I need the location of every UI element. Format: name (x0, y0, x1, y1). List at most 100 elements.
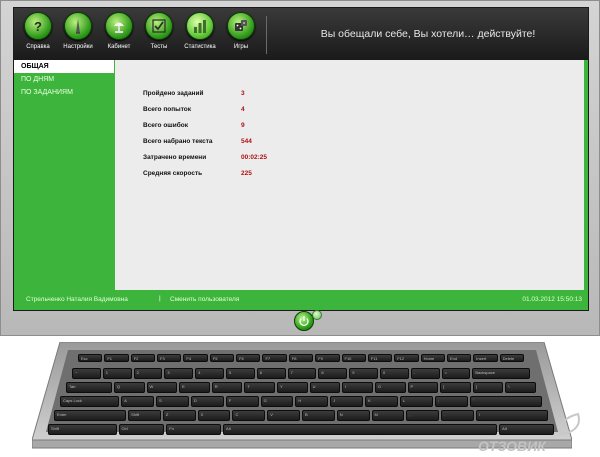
keyboard-key[interactable]: 9 (349, 368, 378, 379)
cabinet-lamp-icon (105, 12, 133, 40)
stat-value: 544 (241, 138, 252, 145)
keyboard-key[interactable]: J (330, 396, 364, 407)
keyboard-key[interactable]: Alt (499, 424, 554, 435)
keyboard-key[interactable]: Enter (54, 410, 127, 421)
keyboard-key[interactable]: = (441, 368, 471, 379)
keyboard-key[interactable]: / (475, 410, 548, 421)
keyboard-key[interactable]: 2 (133, 368, 163, 379)
keyboard-key[interactable]: ] (472, 382, 504, 393)
keyboard-key[interactable]: A (121, 396, 154, 407)
keyboard-key[interactable]: U (309, 382, 341, 393)
keyboard-key[interactable]: E (179, 382, 210, 393)
keyboard-key[interactable]: Backspace (472, 368, 530, 379)
keyboard-key[interactable]: F8 (288, 354, 314, 362)
keyboard-key[interactable]: Z (162, 410, 196, 421)
statistics-panel: Пройдено заданий 3 Всего попыток 4 Всего… (115, 60, 584, 290)
keyboard-key[interactable]: X (197, 410, 231, 421)
keyboard-key[interactable]: ; (434, 396, 468, 407)
keyboard-key[interactable]: [ (440, 382, 471, 393)
keyboard-key[interactable]: Shift (128, 410, 161, 421)
top-toolbar: ? Справка Настройки Кабинет Тесты Статис… (14, 8, 588, 60)
keyboard-key[interactable]: L (400, 396, 433, 407)
keyboard-key[interactable]: ~ (72, 368, 101, 379)
keyboard-key[interactable]: 0 (380, 368, 409, 379)
keyboard-key[interactable]: F5 (209, 354, 235, 362)
watermark-otzovik: ОТЗОВИК (478, 438, 546, 454)
current-user-name: Стрельченко Наталия Вадимовна (26, 296, 128, 303)
keyboard-key[interactable]: O (374, 382, 406, 393)
keyboard-key[interactable]: \ (505, 382, 536, 393)
toolbar-label: Игры (233, 44, 249, 50)
keyboard-key[interactable]: Home (420, 354, 445, 362)
keyboard-key[interactable]: D (190, 396, 224, 407)
keyboard-key[interactable]: Fn (166, 424, 222, 435)
power-icon (299, 316, 309, 326)
keyboard-key[interactable]: I (342, 382, 373, 393)
stat-value: 00:02:25 (241, 154, 268, 161)
keyboard-key[interactable]: 5 (226, 368, 255, 379)
keyboard-key[interactable]: , (406, 410, 440, 421)
change-user-link[interactable]: Сменить пользователя (170, 296, 239, 303)
keyboard-key[interactable]: P (407, 382, 439, 393)
keyboard-key[interactable]: W (146, 382, 178, 393)
keyboard-key[interactable]: R (211, 382, 243, 393)
keyboard-key[interactable]: F12 (394, 354, 419, 362)
settings-icon (64, 12, 92, 40)
stat-label: Средняя скорость (143, 170, 203, 177)
keyboard-key[interactable]: F7 (262, 354, 287, 362)
keyboard-key[interactable]: F1 (104, 354, 129, 362)
keyboard-key[interactable]: M (371, 410, 405, 421)
status-datetime: 01.03.2012 15:50:13 (522, 296, 582, 303)
sidebar-item-by-days[interactable]: ПО ДНЯМ (14, 73, 114, 86)
statistics-chart-icon (186, 12, 214, 40)
power-button[interactable] (294, 311, 314, 331)
keyboard-key[interactable]: S (156, 396, 189, 407)
stat-value: 9 (241, 122, 245, 129)
keyboard-key[interactable]: Insert (473, 354, 498, 362)
stat-value: 3 (241, 90, 245, 97)
stat-label: Всего попыток (143, 106, 192, 113)
keyboard-key[interactable]: F6 (236, 354, 261, 362)
sidebar-item-by-tasks[interactable]: ПО ЗАДАНИЯМ (14, 86, 114, 99)
keyboard-key[interactable]: H (295, 396, 329, 407)
keyboard-key[interactable]: F11 (367, 354, 393, 362)
keyboard-key[interactable]: Shift (48, 424, 117, 435)
sidebar-item-general[interactable]: ОБЩАЯ (14, 60, 114, 73)
stat-label: Всего ошибок (143, 122, 188, 129)
keyboard-key[interactable]: Y (277, 382, 308, 393)
keyboard-key[interactable]: ' (469, 396, 542, 407)
keyboard-key[interactable]: T (244, 382, 276, 393)
keyboard-key[interactable]: . (441, 410, 474, 421)
keyboard-key[interactable]: F9 (315, 354, 340, 362)
keyboard-key[interactable]: Caps Lock (60, 396, 120, 407)
keyboard-key[interactable]: G (260, 396, 294, 407)
keyboard-key[interactable]: 3 (164, 368, 194, 379)
keyboard-key[interactable]: F2 (130, 354, 156, 362)
keyboard-key[interactable]: Q (113, 382, 145, 393)
keyboard-key[interactable]: C (232, 410, 266, 421)
keyboard-key[interactable]: End (446, 354, 472, 362)
keyboard-key[interactable]: Ctrl (118, 424, 165, 435)
keyboard-key[interactable]: F10 (341, 354, 366, 362)
keyboard-key[interactable]: B (302, 410, 335, 421)
keyboard-key[interactable]: F3 (157, 354, 182, 362)
keyboard-key[interactable]: Alt (223, 424, 498, 435)
keyboard-key[interactable]: - (410, 368, 440, 379)
toolbar-games-button[interactable]: Игры (217, 12, 265, 50)
keyboard-key[interactable]: Esc (78, 354, 103, 362)
keyboard-key[interactable]: K (365, 396, 398, 407)
keyboard-key[interactable]: N (336, 410, 370, 421)
keyboard-key[interactable]: 1 (102, 368, 132, 379)
power-indicator-light (312, 310, 322, 320)
keyboard-key[interactable]: 4 (195, 368, 224, 379)
keyboard-key[interactable]: F (225, 396, 259, 407)
tagline: Вы обещали себе, Вы хотели… действуйте! (320, 28, 536, 40)
keyboard-key[interactable]: 7 (287, 368, 317, 379)
keyboard-key[interactable]: 8 (318, 368, 348, 379)
keyboard-key[interactable]: V (267, 410, 300, 421)
keyboard-key[interactable]: F4 (183, 354, 208, 362)
keyboard-key[interactable]: Delete (499, 354, 524, 362)
keyboard-key[interactable]: 6 (256, 368, 286, 379)
keyboard-key[interactable]: Tab (66, 382, 112, 393)
stat-label: Пройдено заданий (143, 90, 204, 97)
